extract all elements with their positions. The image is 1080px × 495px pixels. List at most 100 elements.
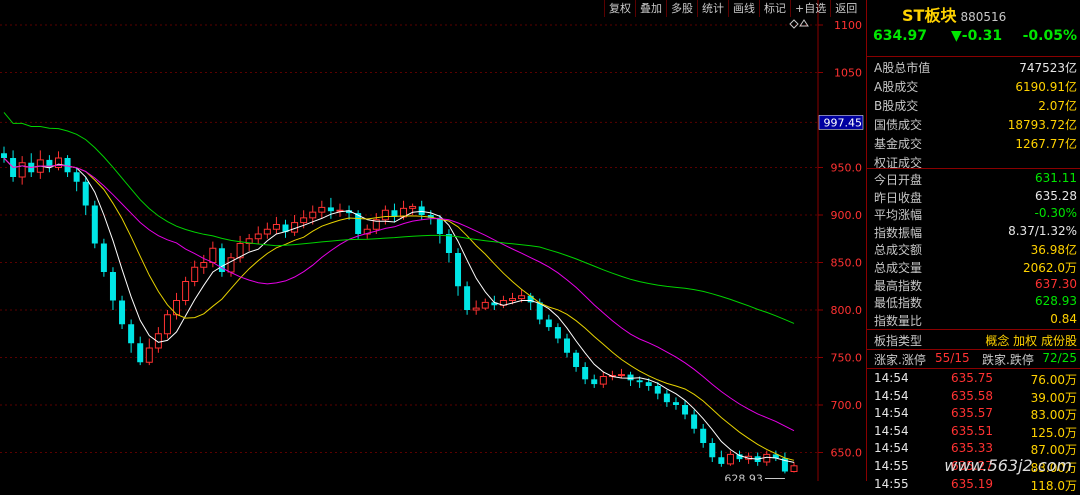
- candle-down: [636, 380, 643, 383]
- stat-row-label: 总成交额: [874, 243, 923, 258]
- trade-price: 635.57: [951, 406, 993, 421]
- trade-volume: 83.00万: [1030, 408, 1077, 423]
- market-row-value: 2.07亿: [1038, 99, 1077, 113]
- trade-price: 635.51: [951, 423, 993, 438]
- candle-down: [137, 343, 144, 363]
- toolbar-button[interactable]: 复权: [604, 0, 635, 17]
- market-row: 国债成交 18793.72亿: [867, 116, 1080, 134]
- y-tick-label: 900.0: [831, 209, 863, 222]
- stat-row: 今日开盘 631.11: [867, 171, 1080, 189]
- stat-row-value: 2062.0万: [1023, 261, 1077, 275]
- candle-up: [263, 228, 271, 235]
- stat-row: 总成交量 2062.0万: [867, 259, 1080, 277]
- market-row: 基金成交 1267.77亿: [867, 135, 1080, 153]
- toolbar-button[interactable]: +自选: [790, 0, 830, 17]
- y-tick-label: 650.0: [831, 447, 863, 460]
- index-code: 880516: [960, 10, 1007, 24]
- candle-down: [455, 253, 462, 287]
- down-value: 72/25: [1042, 351, 1077, 365]
- candle-up: [18, 162, 26, 178]
- candle-down: [545, 319, 552, 328]
- candle-down: [82, 181, 89, 206]
- y-tick-label: 800.0: [831, 304, 863, 317]
- market-row-label: 基金成交: [874, 137, 923, 151]
- trade-row: 14:54 635.58 39.00万: [867, 389, 1080, 407]
- trade-row: 14:54 635.75 76.00万: [867, 371, 1080, 389]
- candle-up: [163, 314, 171, 335]
- candle-down: [563, 338, 570, 353]
- candle-down: [445, 234, 452, 253]
- toolbar-button[interactable]: 返回: [830, 0, 861, 17]
- stat-row: 指数振幅 8.37/1.32%: [867, 224, 1080, 242]
- candle-up: [54, 157, 62, 168]
- toolbar-button[interactable]: 多股: [666, 0, 697, 17]
- trade-row: 14:54 635.51 125.0万: [867, 424, 1080, 442]
- stat-row-value: 628.93: [1035, 294, 1077, 309]
- stat-row-label: 最高指数: [874, 278, 923, 293]
- candle-down: [128, 324, 135, 344]
- candle-down: [654, 386, 661, 394]
- watermark: www.563j2.com: [944, 456, 1072, 475]
- candle-up: [481, 301, 489, 309]
- candle-up: [318, 206, 326, 213]
- candle-down: [645, 382, 652, 386]
- kline-chart[interactable]: 1100 1050 997.45 950.0 900.0 850.0 800.0 750.0 7…: [0, 0, 866, 481]
- stat-row: 昨日收盘 635.28: [867, 189, 1080, 207]
- stat-row-value: 631.11: [1035, 171, 1077, 185]
- kline-svg[interactable]: 1100 1050 997.45 950.0 900.0 850.0 800.0 750.0 7…: [0, 0, 866, 481]
- y-tick-label: 950.0: [831, 162, 863, 175]
- toolbar-button[interactable]: 画线: [728, 0, 759, 17]
- stat-row-label: 总成交量: [874, 261, 923, 275]
- stat-row-label: 平均涨幅: [874, 208, 923, 223]
- market-row: 权证成交: [867, 154, 1080, 172]
- candle-up: [726, 453, 734, 465]
- candle-up: [617, 374, 625, 377]
- candle-up: [381, 209, 389, 221]
- toolbar-button[interactable]: 叠加: [635, 0, 666, 17]
- quote-panel: ST板块 880516 634.97 ▼-0.31 -0.05% A股总市值 747…: [866, 0, 1080, 493]
- trade-time: 14:54: [874, 441, 909, 456]
- market-row-label: A股成交: [874, 80, 919, 94]
- candle-down: [464, 286, 471, 310]
- diamond-icon: [789, 19, 799, 29]
- down-label: 跌家.跌停: [982, 353, 1034, 367]
- candle-up: [191, 266, 199, 282]
- candle-up: [518, 295, 526, 300]
- candle-up: [790, 465, 798, 472]
- index-name: ST板块: [902, 6, 957, 25]
- trade-volume: 125.0万: [1030, 425, 1077, 440]
- price-change-pct: -0.05%: [1022, 28, 1077, 44]
- candle-down: [700, 428, 707, 443]
- market-row-value: 747523亿: [1019, 61, 1077, 75]
- trade-time: 14:54: [874, 423, 909, 438]
- candle-down: [100, 243, 107, 272]
- divider: [867, 56, 1080, 57]
- candle-up: [227, 257, 235, 273]
- y-tick-label: 750.0: [831, 352, 863, 365]
- market-row: A股总市值 747523亿: [867, 59, 1080, 77]
- market-row: B股成交 2.07亿: [867, 97, 1080, 115]
- stat-row-label: 最低指数: [874, 296, 923, 311]
- candle-up: [472, 307, 480, 311]
- stat-row-value: 637.30: [1035, 276, 1077, 291]
- y-tick-label: 700.0: [831, 399, 863, 412]
- candle-down: [718, 457, 725, 464]
- index-type-label: 板指类型: [874, 334, 923, 348]
- trade-volume: 76.00万: [1030, 373, 1077, 387]
- candle-down: [91, 205, 98, 244]
- trade-price: 635.75: [951, 371, 993, 385]
- toolbar-button[interactable]: 标记: [759, 0, 790, 17]
- trade-time: 14:55: [874, 459, 909, 473]
- toolbar-button[interactable]: 统计: [697, 0, 728, 17]
- market-row-label: A股总市值: [874, 61, 931, 75]
- index-title: ST板块 880516: [902, 2, 1006, 26]
- stat-row: 总成交额 36.98亿: [867, 241, 1080, 259]
- index-type-value[interactable]: 概念 加权 成份股: [985, 332, 1077, 349]
- candle-up: [254, 233, 262, 240]
- y-tick-label: 1050: [834, 67, 862, 80]
- stat-row-value: 635.28: [1035, 188, 1077, 203]
- trade-volume: 118.0万: [1030, 478, 1077, 493]
- candle-up: [182, 281, 190, 301]
- candle-down: [709, 443, 716, 458]
- trade-time: 14:55: [874, 476, 909, 491]
